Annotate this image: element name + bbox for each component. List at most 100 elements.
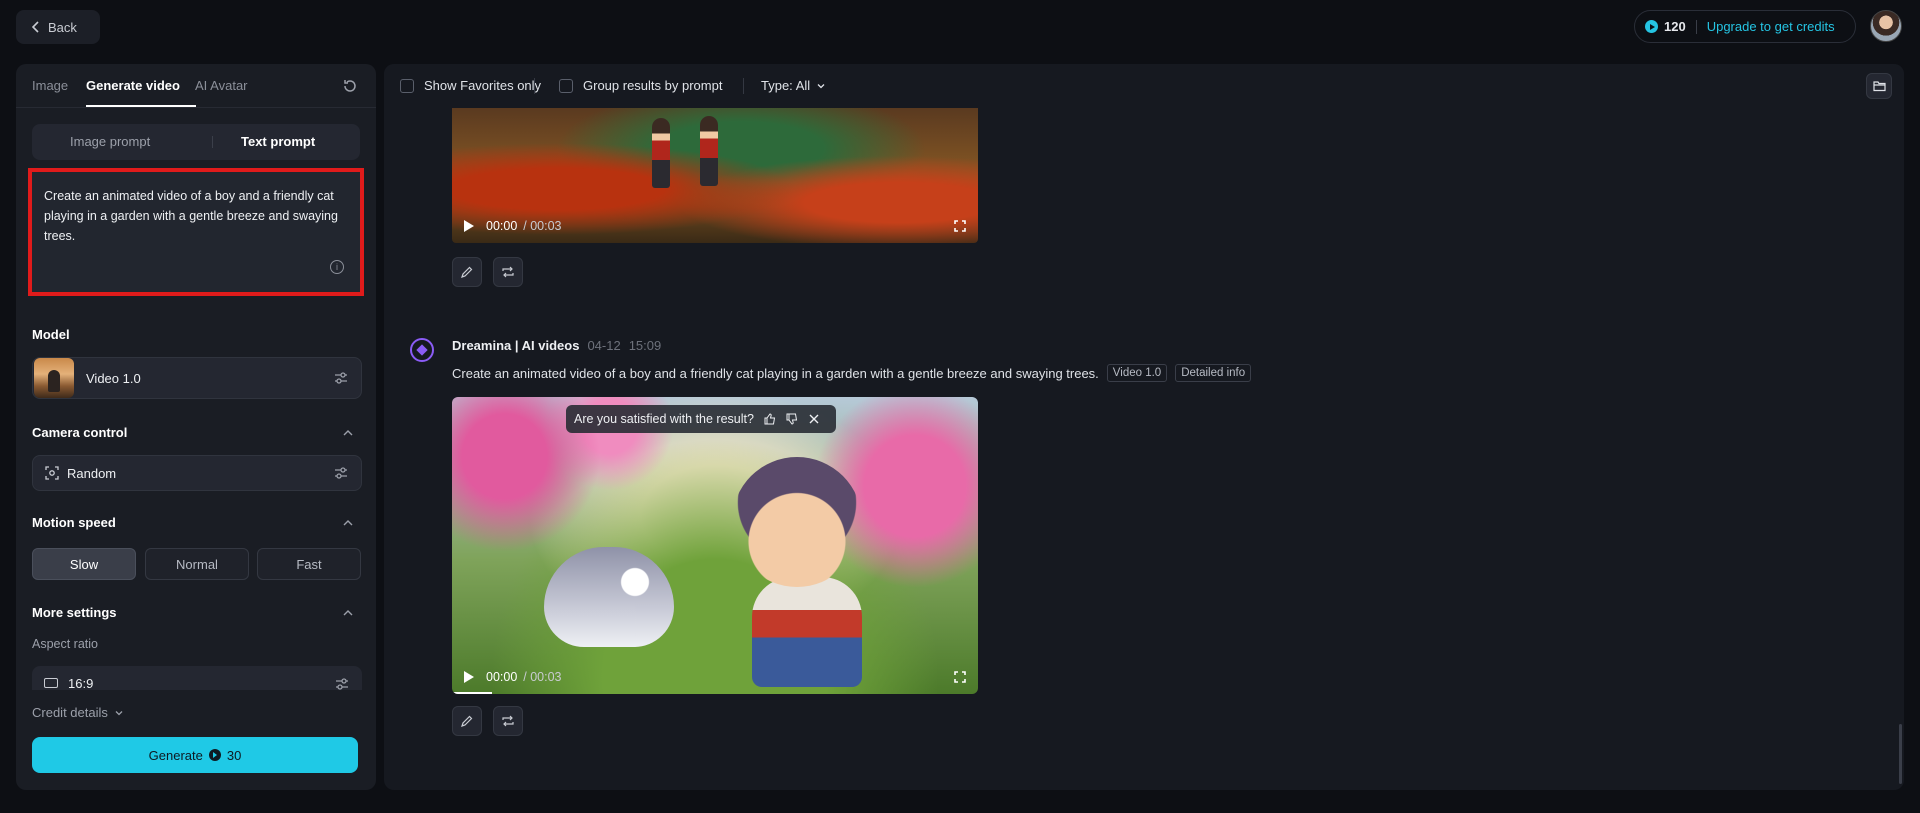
video-total-time: / 00:03: [523, 670, 562, 684]
credit-balance: 120: [1664, 19, 1686, 34]
image-prompt-option[interactable]: Image prompt: [70, 134, 150, 149]
upgrade-link[interactable]: Upgrade to get credits: [1707, 19, 1835, 34]
group-by-prompt-label: Group results by prompt: [583, 78, 723, 93]
aspect-ratio-value: 16:9: [68, 676, 94, 690]
pencil-icon: [461, 715, 473, 727]
generation-header: Dreamina | AI videos 04-12 15:09: [452, 338, 661, 353]
favorites-label: Show Favorites only: [424, 78, 542, 93]
tab-ai-avatar[interactable]: AI Avatar: [195, 78, 248, 93]
filter-bar: Show Favorites only Group results by pro…: [384, 64, 1904, 108]
more-settings-title: More settings: [32, 605, 117, 620]
mode-tabs: Image Generate video AI Avatar: [16, 64, 376, 108]
video-controls: 00:00 / 00:03: [452, 209, 978, 243]
close-icon[interactable]: [808, 413, 820, 425]
generate-button[interactable]: Generate 30: [32, 737, 358, 773]
camera-focus-icon: [45, 466, 59, 480]
video-current-time: 00:00: [486, 219, 518, 233]
feedback-prompt: Are you satisfied with the result?: [566, 405, 836, 433]
info-icon[interactable]: i: [330, 260, 344, 274]
aspect-ratio-label: Aspect ratio: [32, 637, 99, 651]
chevron-up-icon[interactable]: [342, 427, 354, 439]
back-label: Back: [48, 19, 77, 35]
model-thumbnail: [34, 358, 74, 398]
video-figure: [652, 118, 670, 188]
divider: [1695, 19, 1697, 34]
feedback-question: Are you satisfied with the result?: [574, 412, 754, 426]
thumbs-up-icon[interactable]: [764, 413, 776, 425]
model-section-title: Model: [32, 327, 70, 342]
video-figure: [700, 116, 718, 186]
chevron-down-icon: [115, 710, 123, 715]
pencil-icon: [461, 266, 473, 278]
type-filter-dropdown[interactable]: Type: All: [761, 78, 826, 93]
scrollbar[interactable]: [1899, 724, 1902, 784]
play-icon[interactable]: [464, 220, 474, 232]
generator-name: Dreamina | AI videos: [452, 338, 580, 353]
previous-video-player[interactable]: 00:00 / 00:03: [452, 108, 978, 243]
chevron-up-icon[interactable]: [342, 607, 354, 619]
generation-prompt-row: Create an animated video of a boy and a …: [452, 364, 1252, 382]
settings-sliders-icon[interactable]: [334, 676, 350, 690]
model-tag: Video 1.0: [1106, 364, 1168, 382]
divider: [743, 78, 744, 94]
folder-button[interactable]: [1866, 73, 1892, 99]
play-icon[interactable]: [464, 671, 474, 683]
dreamina-logo-icon: [410, 338, 434, 362]
credits-pill: 120 Upgrade to get credits: [1634, 10, 1856, 43]
generated-video-player[interactable]: Are you satisfied with the result? 00:00…: [452, 397, 978, 694]
repeat-icon: [502, 266, 514, 278]
divider: [212, 136, 213, 148]
credit-coin-icon: [208, 749, 221, 761]
edit-button[interactable]: [452, 257, 482, 287]
favorites-checkbox[interactable]: [400, 79, 414, 93]
generation-prompt: Create an animated video of a boy and a …: [452, 365, 1099, 381]
fullscreen-icon[interactable]: [954, 220, 966, 232]
speed-normal-button[interactable]: Normal: [145, 548, 249, 580]
settings-sliders-icon[interactable]: [333, 465, 349, 481]
detailed-info-tag[interactable]: Detailed info: [1175, 364, 1252, 382]
video-boy-head: [732, 457, 862, 587]
settings-sliders-icon[interactable]: [333, 370, 349, 386]
top-bar: Back 120 Upgrade to get credits: [0, 0, 1920, 52]
generate-label: Generate: [148, 747, 203, 763]
prompt-textarea[interactable]: Create an animated video of a boy and a …: [28, 168, 364, 296]
thumbs-down-icon[interactable]: [786, 413, 798, 425]
credit-details-label: Credit details: [32, 705, 108, 720]
speed-slow-button[interactable]: Slow: [32, 548, 136, 580]
aspect-ratio-select[interactable]: 16:9: [32, 666, 362, 690]
regenerate-button[interactable]: [493, 706, 523, 736]
credit-coin-icon: [1645, 20, 1658, 33]
video-total-time: / 00:03: [523, 219, 562, 233]
model-select[interactable]: Video 1.0: [32, 357, 362, 399]
video-progress-bar[interactable]: [452, 692, 492, 694]
chevron-left-icon: [32, 21, 39, 33]
credit-details-toggle[interactable]: Credit details: [32, 705, 124, 720]
generation-date: 04-12: [587, 338, 621, 353]
motion-section-title: Motion speed: [32, 515, 116, 530]
aspect-ratio-icon: [44, 678, 58, 688]
text-prompt-option[interactable]: Text prompt: [241, 134, 315, 149]
video-cat: [544, 547, 674, 647]
prompt-mode-switch: Image prompt Text prompt: [32, 124, 360, 160]
results-panel: 00:00 / 00:03 Dreamina | AI videos 04-12…: [384, 64, 1904, 790]
tab-generate-video[interactable]: Generate video: [86, 78, 180, 93]
fullscreen-icon[interactable]: [954, 671, 966, 683]
video-current-time: 00:00: [486, 670, 518, 684]
regenerate-button[interactable]: [493, 257, 523, 287]
prompt-text[interactable]: Create an animated video of a boy and a …: [44, 186, 344, 246]
generation-settings-panel: Image Generate video AI Avatar Image pro…: [16, 64, 376, 790]
group-by-prompt-checkbox[interactable]: [559, 79, 573, 93]
repeat-icon: [502, 715, 514, 727]
user-avatar[interactable]: [1870, 10, 1902, 42]
generation-time: 15:09: [628, 338, 662, 353]
video-controls: 00:00 / 00:03: [452, 660, 978, 694]
edit-button[interactable]: [452, 706, 482, 736]
chevron-up-icon[interactable]: [342, 517, 354, 529]
chevron-down-icon: [817, 83, 825, 88]
speed-fast-button[interactable]: Fast: [257, 548, 361, 580]
camera-section-title: Camera control: [32, 425, 128, 440]
camera-control-select[interactable]: Random: [32, 455, 362, 491]
reset-icon[interactable]: [342, 78, 358, 94]
tab-image[interactable]: Image: [32, 78, 68, 93]
back-button[interactable]: Back: [16, 10, 100, 44]
